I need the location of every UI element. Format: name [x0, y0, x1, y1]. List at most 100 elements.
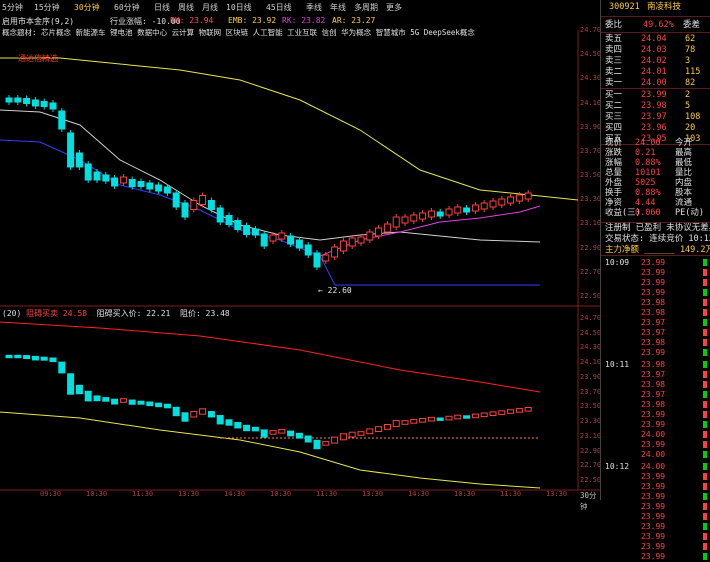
tab-12[interactable]: 更多 — [386, 2, 402, 13]
sub-candle — [207, 411, 215, 418]
time-axis-tick: 09:30 — [40, 490, 62, 498]
candle — [498, 198, 506, 206]
candle — [207, 200, 215, 210]
tick-row: 23.99 — [603, 552, 709, 562]
tab-1[interactable]: 15分钟 — [34, 2, 60, 13]
tab-10[interactable]: 年线 — [330, 2, 346, 13]
stock-code: 300921 — [609, 2, 640, 12]
ratio-label: 委比 — [605, 20, 623, 30]
indicator-name: 启用市本金序(9,2) — [2, 17, 75, 26]
candle — [128, 179, 136, 187]
bid-row-cell: 108 — [685, 112, 701, 122]
sub-candle — [93, 395, 101, 402]
candle — [111, 177, 119, 187]
sub-candle — [331, 436, 339, 444]
ask-row-cell: 卖五 — [605, 34, 623, 44]
period-label: 30分钟 — [580, 491, 597, 511]
subaxis-tick: 24.50 — [580, 328, 602, 337]
tab-7[interactable]: 10日线 — [226, 2, 252, 13]
sub-candle — [146, 401, 154, 407]
tab-2[interactable]: 30分钟 — [74, 2, 100, 13]
mainaxis-tick: 23.10 — [580, 219, 602, 228]
ask-row-cell: 24.01 — [641, 67, 667, 77]
candle — [445, 208, 453, 216]
time-axis-tick: 10:30 — [270, 490, 292, 498]
bid-row-cell: 23.96 — [641, 123, 667, 133]
bid-row-cell: 买二 — [605, 101, 623, 111]
bid-row: 买三 23.97 108 — [603, 112, 709, 123]
tick-row: 23.98 — [603, 380, 709, 390]
indicator-item5: AR: 23.27 — [332, 16, 376, 25]
subaxis-tick: 22.90 — [580, 446, 602, 455]
candle — [383, 223, 391, 233]
candle — [480, 202, 488, 210]
sub-indicator-name: 阻碍买卖 — [26, 309, 59, 318]
candle — [172, 192, 180, 208]
sub-candle — [427, 416, 435, 422]
sub-candle — [489, 411, 497, 416]
candle — [463, 207, 471, 213]
mainaxis-tick: 23.90 — [580, 122, 602, 131]
indicator-item2: BH: 23.94 — [170, 16, 214, 25]
sub-candle — [401, 420, 409, 425]
subaxis-tick: 22.50 — [580, 476, 602, 484]
candle — [269, 234, 277, 242]
sub-candle — [102, 397, 110, 402]
candle — [436, 211, 444, 217]
sub-candle — [119, 398, 127, 403]
candle — [304, 244, 312, 256]
candle — [155, 184, 163, 192]
sub-candle — [199, 408, 207, 415]
tick-row: 23.98 — [603, 308, 709, 318]
sub-indicator-v1: 24.58 — [62, 309, 88, 318]
sub-candle — [524, 407, 532, 412]
stock-title[interactable]: 300921 南凌科技 — [603, 2, 709, 13]
sub-candle — [471, 413, 479, 419]
candle — [5, 97, 13, 103]
tab-8[interactable]: 45日线 — [266, 2, 292, 13]
candle — [339, 240, 347, 252]
tab-3[interactable]: 60分钟 — [114, 2, 140, 13]
sub-candle — [155, 402, 163, 408]
ask-row-cell: 3 — [685, 56, 691, 66]
stock-name: 南凌科技 — [647, 2, 682, 12]
bid-row: 买二 23.98 5 — [603, 101, 709, 112]
candle — [331, 246, 339, 258]
bid-row-cell: 23.99 — [641, 90, 667, 100]
candle — [23, 98, 31, 104]
sub-candle — [84, 390, 92, 402]
candle — [67, 132, 75, 168]
sub-candle — [375, 426, 383, 433]
tick-row: 23.99 — [603, 278, 709, 288]
kline-chart-area[interactable]: 5分钟 15分钟 30分钟 60分钟 日线 周线 月线 10日线 45日线 季线 年线 多周期 更多 启… — [0, 0, 602, 511]
ratio-diff-label: 委差 — [683, 20, 701, 30]
tab-0[interactable]: 5分钟 — [2, 2, 23, 13]
tab-5[interactable]: 周线 — [178, 2, 194, 13]
time-axis-tick: 13:30 — [178, 490, 200, 498]
tab-9[interactable]: 季线 — [306, 2, 322, 13]
tick-row: 23.97 — [603, 318, 709, 328]
candle — [366, 231, 374, 241]
extra-row: 交易状态: 连续竞价 10:12:33 — [603, 234, 710, 245]
quote-row: 收益(三) 0.060 PE(动) — [603, 208, 709, 219]
sub-candle — [322, 441, 330, 446]
candle — [313, 252, 321, 268]
candle — [287, 235, 295, 245]
sub-candle — [260, 429, 268, 438]
mainaxis-tick: 24.10 — [580, 98, 602, 107]
candle — [119, 176, 127, 184]
bid-row-cell: 23.98 — [641, 101, 667, 111]
sub-candle — [58, 361, 66, 374]
tab-11[interactable]: 多周期 — [354, 2, 378, 13]
candle — [295, 239, 303, 249]
candle — [375, 227, 383, 237]
tab-4[interactable]: 日线 — [154, 2, 170, 13]
strategy-label: 通达信精选 — [18, 54, 58, 63]
candle — [489, 200, 497, 208]
mainaxis-tick: 23.30 — [580, 195, 602, 204]
ask-row: 卖五 24.04 62 — [603, 34, 709, 45]
tab-6[interactable]: 月线 — [202, 2, 218, 13]
candle — [93, 171, 101, 181]
kline-svg[interactable] — [0, 0, 600, 500]
tick-row: 23.99 — [603, 348, 709, 358]
